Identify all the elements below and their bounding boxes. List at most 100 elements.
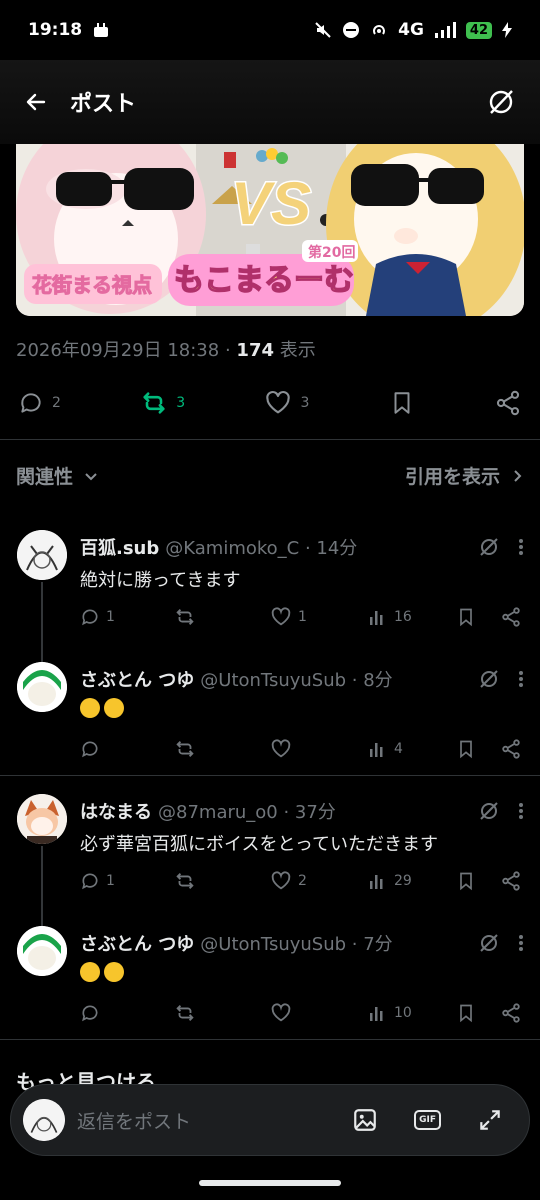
gif-button[interactable]: GIF [414, 1110, 441, 1130]
comment-icon [82, 741, 98, 758]
bookmark-icon [460, 740, 472, 759]
battery-indicator: 42 [465, 21, 492, 39]
grok-icon[interactable] [478, 932, 500, 954]
views-button[interactable]: 10 [368, 1003, 456, 1023]
reply-button[interactable] [80, 1003, 174, 1023]
share-icon [502, 1003, 520, 1023]
heart-icon [271, 739, 291, 758]
reply-button[interactable]: 1 [80, 871, 174, 891]
handle-time: @87maru_o0 · 37分 [158, 802, 336, 823]
more-options-icon[interactable] [518, 537, 524, 557]
smiling-emoji-icon [80, 698, 100, 718]
share-button[interactable] [500, 738, 522, 760]
bookmark-icon [460, 872, 472, 891]
sort-dropdown[interactable]: 関連性 [16, 462, 99, 489]
repost-count: 3 [176, 395, 186, 411]
divider [0, 1039, 540, 1040]
avatar[interactable] [17, 794, 67, 844]
display-name[interactable]: はなまる [80, 798, 152, 824]
avatar[interactable] [17, 662, 67, 712]
analytics-icon [370, 875, 383, 889]
grok-icon[interactable] [478, 668, 500, 690]
app-notification-icon [92, 21, 110, 39]
vs-text: VS [231, 170, 311, 237]
network-type: 4G [398, 20, 424, 40]
display-name[interactable]: さぶとん つゆ [80, 930, 194, 956]
more-options-icon[interactable] [518, 669, 524, 689]
views-count: 16 [394, 609, 412, 625]
bookmark-button[interactable] [456, 1003, 500, 1023]
bookmark-button[interactable] [456, 607, 500, 627]
expand-icon[interactable] [477, 1107, 503, 1133]
bookmark-button[interactable] [456, 871, 500, 891]
like-count: 1 [298, 609, 307, 625]
reply-text: 絶対に勝ってきます [80, 570, 241, 591]
bookmark-button[interactable] [389, 390, 415, 416]
view-quotes-link[interactable]: 引用を表示 [405, 462, 524, 489]
reply-composer[interactable]: 返信をポスト GIF [10, 1084, 530, 1156]
grok-icon[interactable] [486, 87, 516, 117]
image-icon[interactable] [352, 1107, 378, 1133]
reply-button[interactable]: 2 [18, 390, 61, 416]
separator-dot: · [224, 340, 231, 361]
heart-icon [271, 1003, 291, 1022]
display-name[interactable]: 百狐.sub [80, 534, 159, 560]
views-count: 29 [394, 873, 412, 889]
repost-button[interactable] [174, 1002, 270, 1024]
more-options-icon[interactable] [518, 801, 524, 821]
views-button[interactable]: 4 [368, 739, 456, 759]
share-button[interactable] [500, 870, 522, 892]
home-indicator [199, 1180, 341, 1186]
reply-button[interactable]: 1 [80, 607, 174, 627]
like-count: 3 [300, 395, 310, 411]
avatar[interactable] [17, 530, 67, 580]
repost-button[interactable] [174, 606, 270, 628]
like-button[interactable] [270, 738, 368, 760]
share-button[interactable] [494, 389, 522, 417]
repost-button[interactable]: 3 [140, 389, 185, 417]
heart-icon [271, 607, 291, 626]
grok-icon[interactable] [478, 800, 500, 822]
like-button[interactable]: 1 [270, 606, 368, 628]
like-button[interactable]: 2 [270, 870, 368, 892]
avatar[interactable] [17, 926, 67, 976]
like-button[interactable]: 3 [264, 389, 309, 417]
share-button[interactable] [500, 606, 522, 628]
views-count: 10 [394, 1005, 412, 1021]
analytics-icon [370, 611, 383, 625]
bookmark-icon [394, 392, 410, 414]
views-button[interactable]: 16 [368, 607, 456, 627]
repost-button[interactable] [174, 870, 270, 892]
reply-input[interactable]: 返信をポスト [77, 1107, 352, 1134]
reply-button[interactable] [80, 739, 174, 759]
display-name[interactable]: さぶとん つゆ [80, 666, 194, 692]
handle-time: @UtonTsuyuSub · 8分 [200, 670, 393, 691]
comment-icon [82, 1005, 98, 1022]
reply-count: 2 [52, 395, 61, 411]
chevron-down-icon [85, 472, 97, 480]
bookmark-icon [460, 1004, 472, 1023]
post-media-image[interactable]: VS 花街まる視点 もこまるーむ 第20回 [16, 144, 524, 316]
banner-view-label: 花街まる視点 [32, 273, 152, 297]
views-button[interactable]: 29 [368, 871, 456, 891]
more-options-icon[interactable] [518, 933, 524, 953]
back-arrow-icon[interactable] [24, 90, 48, 114]
share-icon [502, 871, 520, 891]
bookmark-button[interactable] [456, 739, 500, 759]
page-title: ポスト [70, 92, 137, 117]
dnd-icon [342, 21, 360, 39]
repost-button[interactable] [174, 738, 270, 760]
banner-room-title: もこまるーむ [174, 263, 354, 298]
heart-icon [266, 390, 291, 414]
sort-label: 関連性 [16, 466, 74, 488]
heart-icon [271, 871, 291, 890]
post-date: 2026年09月29日 18:38 [16, 340, 220, 361]
top-header: ポスト [0, 60, 540, 144]
bookmark-icon [460, 608, 472, 627]
signal-icon [434, 22, 456, 38]
repost-icon [143, 392, 165, 414]
like-button[interactable] [270, 1002, 368, 1024]
share-button[interactable] [500, 1002, 522, 1024]
grok-icon[interactable] [478, 536, 500, 558]
thinking-emoji-icon [80, 962, 100, 982]
